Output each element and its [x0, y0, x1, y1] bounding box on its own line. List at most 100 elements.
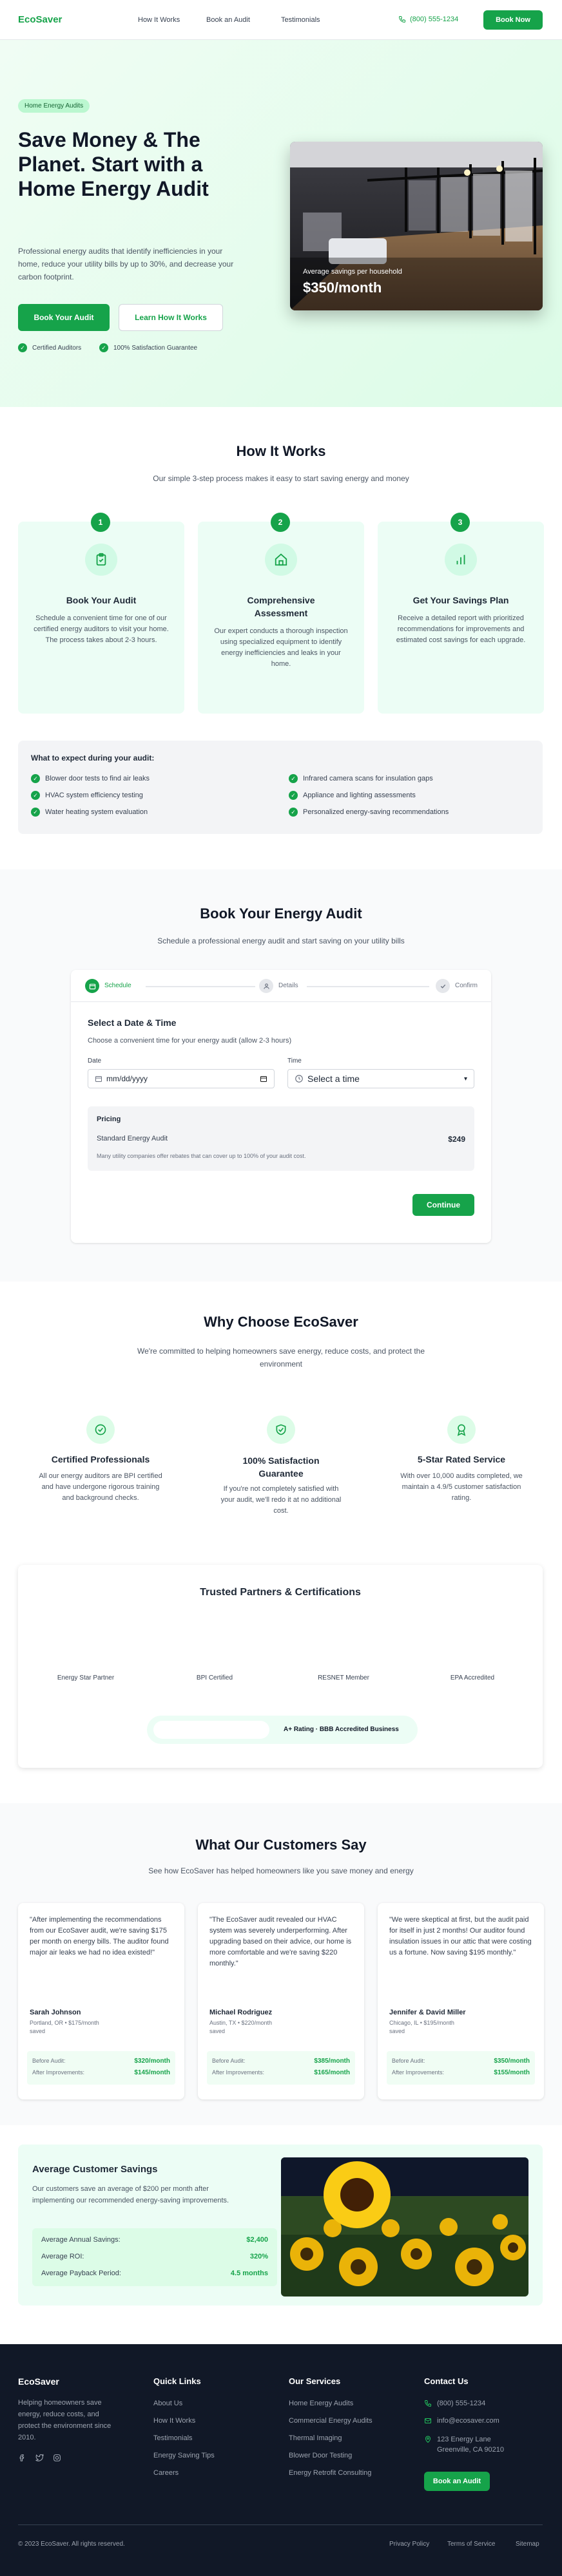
footer-email[interactable]: info@ecosaver.com [424, 2417, 499, 2425]
time-select[interactable]: Select a time ▾ [287, 1069, 474, 1088]
partner-logo: RESNET Member [318, 1674, 369, 1681]
testimonial-card: "We were skeptical at first, but the aud… [378, 1903, 544, 2099]
savings-row-label: Average Annual Savings: [41, 2236, 121, 2244]
facebook-icon[interactable] [18, 2454, 26, 2462]
nav-link-testimonials[interactable]: Testimonials [281, 16, 320, 24]
social-icons [18, 2454, 61, 2462]
logo[interactable]: EcoSaver [18, 14, 62, 25]
shield-icon [267, 1416, 295, 1444]
footer-legal-link[interactable]: Privacy Policy [389, 2541, 429, 2548]
footer-link[interactable]: Energy Saving Tips [153, 2452, 215, 2459]
step-details-label[interactable]: Details [278, 982, 298, 989]
hero-image: Average savings per household $350/month [290, 142, 543, 310]
sunflower-image [281, 2157, 528, 2297]
expect-item-label: HVAC system efficiency testing [45, 791, 143, 799]
check-circle-icon: ✓ [18, 343, 27, 352]
time-label: Time [287, 1057, 302, 1065]
step-divider [307, 986, 429, 987]
check-icon: ✓ [289, 808, 298, 817]
booking-steps: Schedule Details Confirm [71, 970, 491, 1002]
hero-book-audit-button[interactable]: Book Your Audit [18, 304, 110, 331]
step-number: 2 [271, 513, 290, 532]
before-label: Before Audit: [392, 2058, 425, 2064]
date-placeholder: mm/dd/yyyy [106, 1074, 148, 1083]
trust-guarantee-label: 100% Satisfaction Guarantee [113, 344, 198, 352]
booking-subtitle: Schedule a professional energy audit and… [157, 936, 405, 945]
phone-icon [398, 15, 406, 23]
footer-phone[interactable]: (800) 555-1234 [424, 2400, 485, 2407]
rating-pill-inner [153, 1721, 269, 1739]
book-now-button[interactable]: Book Now [483, 10, 543, 30]
pricing-box: Pricing Standard Energy Audit $249 Many … [88, 1106, 474, 1171]
pricing-item: Standard Energy Audit [97, 1135, 168, 1142]
footer-address-line1: 123 Energy Lane [437, 2436, 491, 2443]
footer-legal-link[interactable]: Terms of Service [447, 2541, 495, 2548]
footer-link[interactable]: How It Works [153, 2417, 195, 2425]
continue-button[interactable]: Continue [412, 1194, 474, 1216]
footer-link[interactable]: About Us [153, 2400, 182, 2407]
date-label: Date [88, 1057, 102, 1065]
footer-book-audit-button[interactable]: Book an Audit [424, 2472, 490, 2491]
footer-link[interactable]: Home Energy Audits [289, 2400, 353, 2407]
testimonial-location: Chicago, IL • $195/month saved [389, 2020, 454, 2034]
pricing-value: $249 [448, 1135, 465, 1144]
expect-item-label: Personalized energy-saving recommendatio… [303, 808, 449, 816]
calendar-picker-icon[interactable] [260, 1075, 267, 1083]
step-schedule-label[interactable]: Schedule [104, 982, 131, 989]
savings-row-label: Average ROI: [41, 2253, 84, 2260]
testimonial-card: "The EcoSaver audit revealed our HVAC sy… [198, 1903, 364, 2099]
footer-quick-links-title: Quick Links [153, 2376, 201, 2386]
nav-link-how-it-works[interactable]: How It Works [138, 16, 180, 24]
pricing-title: Pricing [97, 1115, 121, 1123]
booking-section: Book Your Energy Audit Schedule a profes… [0, 869, 562, 1282]
step-confirm-label[interactable]: Confirm [455, 982, 478, 989]
footer-link[interactable]: Testimonials [153, 2434, 193, 2442]
savings-row-value: 4.5 months [230, 2269, 268, 2277]
footer-legal-link[interactable]: Sitemap [516, 2541, 539, 2548]
why-subtitle: We're committed to helping homeowners sa… [137, 1347, 425, 1368]
chevron-down-icon: ▾ [463, 1075, 467, 1083]
testimonial-savings-box: Before Audit: $320/month After Improvemen… [27, 2051, 175, 2085]
testimonial-quote: "The EcoSaver audit revealed our HVAC sy… [209, 1916, 352, 1967]
expect-item: ✓ Blower door tests to find air leaks [31, 774, 150, 784]
after-value: $165/month [314, 2069, 350, 2076]
expect-item: ✓ Appliance and lighting assessments [289, 791, 416, 800]
check-icon: ✓ [31, 808, 40, 817]
nav-phone[interactable]: (800) 555-1234 [398, 15, 458, 23]
footer-link[interactable]: Commercial Energy Audits [289, 2417, 373, 2425]
footer-link[interactable]: Careers [153, 2469, 179, 2477]
why-item-description: If you're not completely satisfied with … [220, 1485, 342, 1515]
twitter-icon[interactable] [35, 2454, 44, 2462]
step-number: 3 [451, 513, 470, 532]
footer-logo[interactable]: EcoSaver [18, 2376, 59, 2387]
step-title: Book Your Audit [66, 595, 137, 605]
expect-item-label: Infrared camera scans for insulation gap… [303, 775, 433, 782]
expect-panel: What to expect during your audit: ✓ Blowe… [18, 741, 543, 834]
expect-item-label: Appliance and lighting assessments [303, 791, 416, 799]
testimonials-subtitle: See how EcoSaver has helped homeowners l… [148, 1866, 414, 1875]
form-title: Select a Date & Time [88, 1018, 177, 1028]
after-label: After Improvements: [212, 2069, 265, 2076]
check-step-icon [436, 979, 450, 993]
testimonial-card: "After implementing the recommendations … [18, 1903, 184, 2099]
instagram-icon[interactable] [53, 2454, 61, 2462]
hero-learn-more-button[interactable]: Learn How It Works [119, 304, 223, 331]
expect-title: What to expect during your audit: [31, 753, 155, 762]
savings-row-value: 320% [249, 2253, 268, 2260]
after-label: After Improvements: [32, 2069, 85, 2076]
footer-link[interactable]: Blower Door Testing [289, 2452, 352, 2459]
testimonial-quote: "After implementing the recommendations … [30, 1916, 169, 1956]
calendar-step-icon [85, 979, 99, 993]
nav-link-book-audit[interactable]: Book an Audit [206, 16, 250, 24]
footer-email-address: info@ecosaver.com [437, 2417, 499, 2425]
savings-description: Our customers save an average of $200 pe… [32, 2185, 229, 2204]
date-input[interactable]: mm/dd/yyyy [88, 1069, 275, 1088]
after-row: After Improvements: $145/month [32, 2069, 170, 2076]
footer-link[interactable]: Energy Retrofit Consulting [289, 2469, 371, 2477]
hero-description: Professional energy audits that identify… [18, 247, 234, 281]
footer-link[interactable]: Thermal Imaging [289, 2434, 342, 2442]
step-title: Get Your Savings Plan [412, 595, 509, 605]
before-value: $385/month [314, 2058, 350, 2065]
footer-contact-title: Contact Us [424, 2376, 469, 2386]
footer-phone-number: (800) 555-1234 [437, 2400, 486, 2407]
